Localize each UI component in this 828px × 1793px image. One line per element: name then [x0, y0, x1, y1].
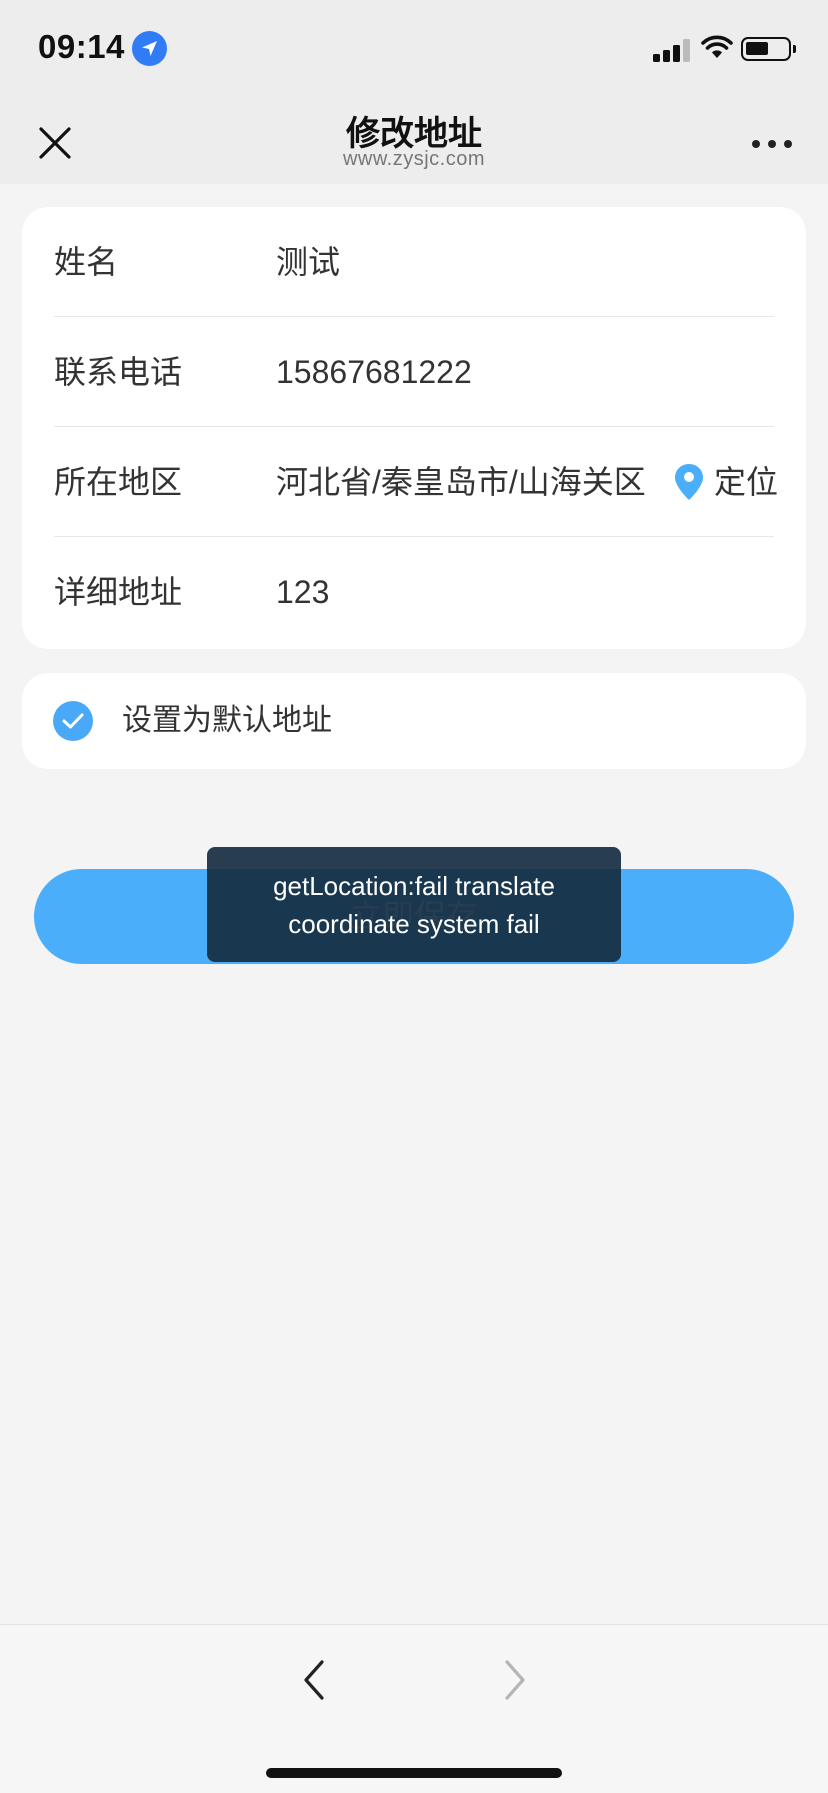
locate-label: 定位 [714, 464, 779, 500]
location-arrow-icon [132, 31, 167, 66]
forward-arrow-icon [505, 1660, 525, 1700]
address-label: 详细地址 [54, 574, 183, 610]
page-subtitle: www.zysjc.com [342, 148, 486, 170]
phone-row[interactable]: 联系电话 15867681222 [54, 317, 774, 427]
phone-label: 联系电话 [54, 354, 183, 390]
status-bar: 09:14 [0, 0, 828, 96]
name-label: 姓名 [54, 244, 119, 280]
more-button[interactable] [748, 130, 798, 160]
error-toast: getLocation:fail translate coordinate sy… [207, 847, 621, 962]
default-address-card[interactable]: 设置为默认地址 [22, 673, 806, 769]
phone-field[interactable]: 15867681222 [276, 317, 472, 427]
region-row[interactable]: 所在地区 河北省/秦皇岛市/山海关区 定位 [54, 427, 778, 537]
bottom-nav-bar [0, 1624, 828, 1793]
back-button[interactable] [296, 1655, 332, 1705]
name-row[interactable]: 姓名 测试 [54, 207, 774, 317]
signal-icon [653, 38, 690, 62]
more-icon [752, 140, 760, 148]
region-label: 所在地区 [54, 464, 183, 500]
toast-message-line-2: coordinate system fail [288, 909, 540, 939]
wifi-icon [701, 35, 733, 58]
address-field[interactable]: 123 [276, 537, 329, 647]
status-time: 09:14 [38, 28, 125, 65]
map-pin-icon [675, 464, 703, 500]
region-field[interactable]: 河北省/秦皇岛市/山海关区 [276, 427, 672, 537]
address-row[interactable]: 详细地址 123 [54, 537, 774, 647]
forward-button[interactable] [497, 1655, 533, 1705]
battery-icon [741, 37, 796, 61]
back-arrow-icon [304, 1660, 324, 1700]
name-field[interactable]: 测试 [276, 207, 340, 317]
locate-button[interactable]: 定位 [674, 463, 778, 501]
check-icon [62, 713, 84, 729]
address-form-card: 姓名 测试 联系电话 15867681222 所在地区 河北省/秦皇岛市/山海关… [22, 207, 806, 649]
nav-bar: 修改地址 www.zysjc.com [0, 96, 828, 184]
default-address-label: 设置为默认地址 [122, 704, 332, 737]
toast-message-line-1: getLocation:fail translate [273, 871, 555, 901]
default-address-checkbox[interactable] [53, 701, 93, 741]
home-indicator[interactable] [266, 1768, 562, 1778]
